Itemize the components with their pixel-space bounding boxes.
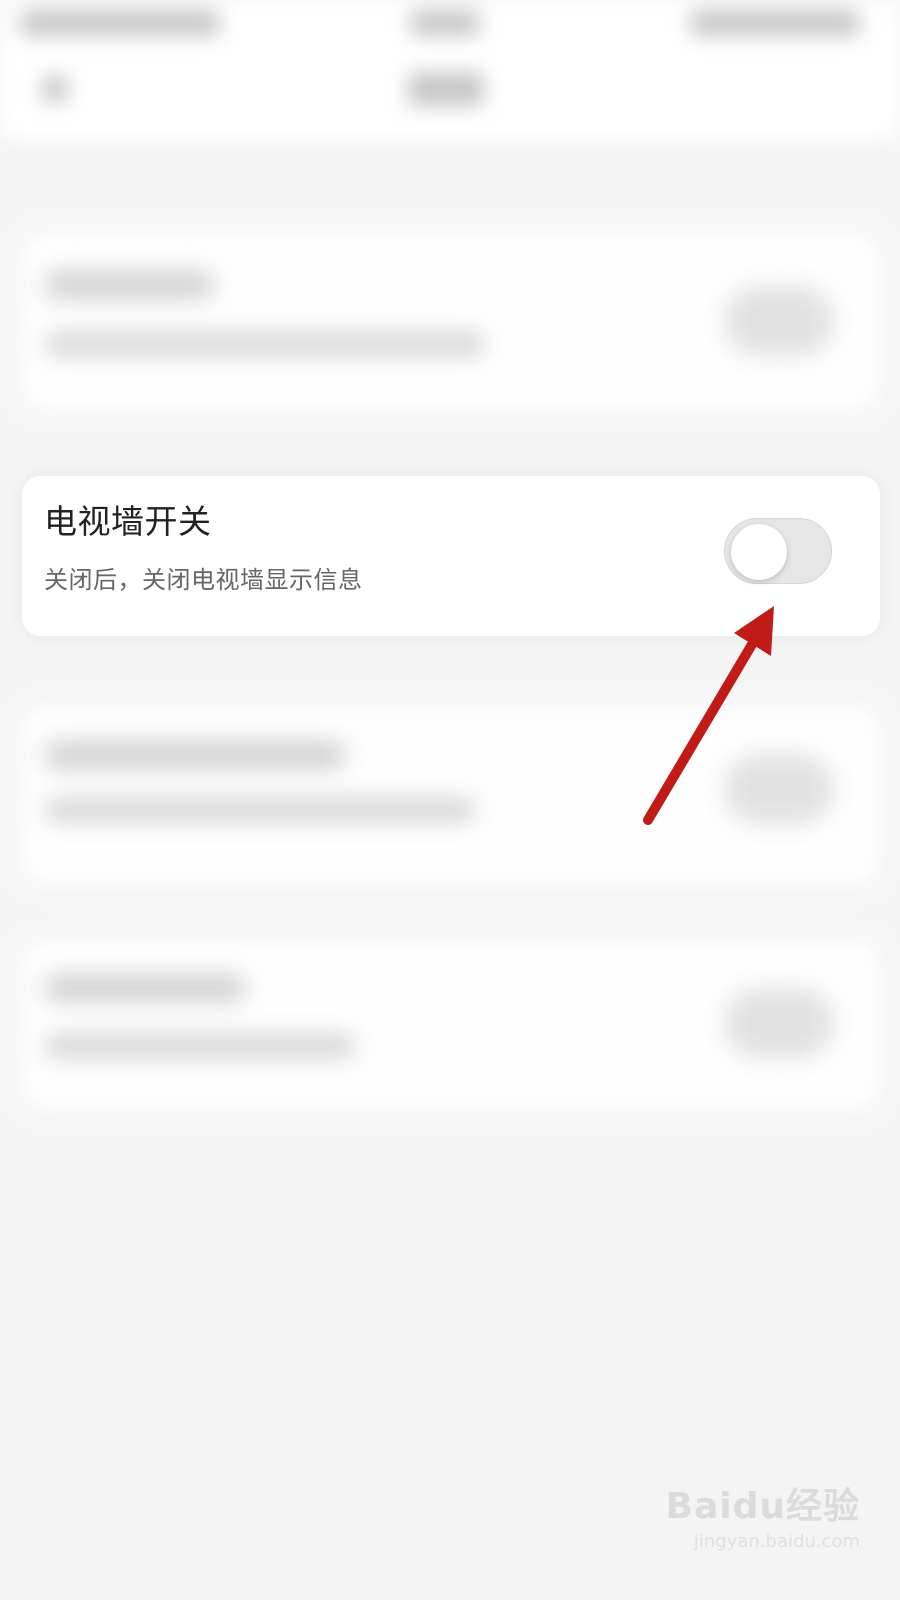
blurred-status-left [20,10,220,36]
settings-screen: 电视墙开关 关闭后，关闭电视墙显示信息 Baidu经验 jingyan.baid… [0,0,900,1600]
blurred-card-4-toggle [724,988,834,1058]
blurred-back-icon [42,76,68,102]
baidu-jingyan-watermark: Baidu经验 jingyan.baidu.com [630,1487,860,1582]
blurred-card-3-desc [45,800,475,820]
tv-wall-setting-card: 电视墙开关 关闭后，关闭电视墙显示信息 [22,476,880,636]
tv-wall-setting-title: 电视墙开关 [44,502,212,541]
blurred-page-title [408,72,484,106]
tv-wall-setting-description: 关闭后，关闭电视墙显示信息 [44,566,363,594]
blurred-card-1-desc [45,334,485,354]
toggle-knob [731,524,787,580]
watermark-brand: Baidu经验 [665,1486,860,1527]
blurred-card-4-title [45,975,245,1001]
blurred-card-3-toggle [724,754,834,824]
blurred-card-1-title [45,272,213,298]
tv-wall-toggle-switch[interactable] [724,518,832,584]
blurred-status-center [410,10,480,36]
blurred-status-right [690,10,860,36]
blurred-card-1-toggle [724,286,834,356]
blurred-card-3-title [45,742,345,768]
blurred-card-4-desc [45,1036,355,1056]
watermark-url: jingyan.baidu.com [693,1531,860,1552]
